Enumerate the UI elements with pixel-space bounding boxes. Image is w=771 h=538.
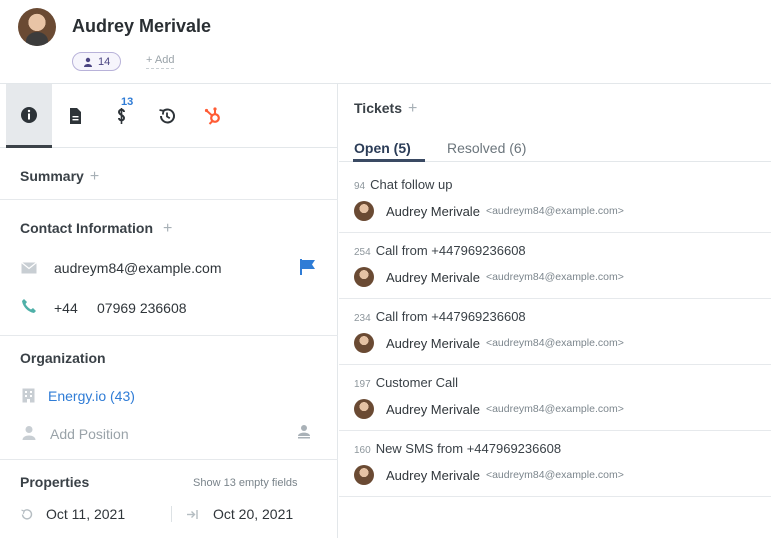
summary-section: Summary + (0, 148, 338, 200)
ticket-subject[interactable]: New SMS from +447969236608 (376, 441, 561, 456)
building-icon (22, 388, 35, 403)
contact-info-section: Contact Information + audreym84@example.c… (0, 200, 338, 336)
contact-header: Audrey Merivale 14 + Add (0, 0, 771, 84)
contact-info-title: Contact Information + (20, 220, 172, 238)
sidebar-icon-tabs: 13 (0, 84, 338, 148)
link-icon (117, 108, 126, 124)
phone-icon[interactable] (21, 298, 37, 314)
created-date: Oct 11, 2021 (46, 506, 126, 522)
requester-name: Audrey Merivale (386, 467, 480, 483)
requester-email: <audreym84@example.com> (485, 271, 624, 283)
ticket-requester: Audrey Merivale <audreym84@example.com> (354, 267, 624, 287)
ticket-subject-line: 234 Call from +447969236608 (354, 309, 526, 324)
organization-link[interactable]: Energy.io (43) (48, 388, 135, 404)
ticket-requester: Audrey Merivale <audreym84@example.com> (354, 399, 624, 419)
tag-count-pill[interactable]: 14 (72, 52, 122, 71)
requester-avatar (354, 333, 374, 353)
ticket-id: 160 (354, 445, 371, 456)
contact-info-title-text: Contact Information (20, 220, 153, 236)
hubspot-icon (204, 107, 220, 125)
ticket-item[interactable]: 234 Call from +447969236608 Audrey Meriva… (339, 299, 771, 365)
requester-name: Audrey Merivale (386, 203, 480, 219)
requester-name: Audrey Merivale (386, 401, 480, 417)
ticket-requester: Audrey Merivale <audreym84@example.com> (354, 333, 624, 353)
tab-open[interactable]: Open (5) (354, 140, 411, 156)
summary-title-text: Summary (20, 168, 84, 184)
ticket-subject[interactable]: Chat follow up (370, 177, 452, 192)
add-position-field[interactable]: Add Position (50, 426, 129, 442)
tab-info[interactable] (6, 84, 52, 148)
tab-resolved[interactable]: Resolved (6) (447, 140, 526, 156)
tab-links[interactable] (98, 84, 144, 148)
ticket-item[interactable]: 197 Customer Call Audrey Merivale <audreym… (339, 365, 771, 431)
summary-add-icon[interactable]: + (90, 168, 99, 185)
assign-person-icon[interactable] (297, 424, 311, 439)
contact-info-add-icon[interactable]: + (163, 220, 172, 237)
tab-history[interactable] (144, 84, 190, 148)
contact-avatar (18, 8, 56, 46)
tickets-panel: Tickets + Open (5) Resolved (6) 94 Chat fo… (339, 84, 771, 538)
person-icon (22, 426, 36, 440)
ticket-id: 197 (354, 379, 371, 390)
ticket-id: 234 (354, 313, 371, 324)
ticket-requester: Audrey Merivale <audreym84@example.com> (354, 201, 624, 221)
ticket-subject-line: 94 Chat follow up (354, 177, 453, 192)
document-icon (70, 108, 81, 124)
show-empty-fields-link[interactable]: Show 13 empty fields (193, 477, 298, 489)
ticket-subject-line: 197 Customer Call (354, 375, 458, 390)
requester-name: Audrey Merivale (386, 269, 480, 285)
tickets-title: Tickets + (354, 100, 417, 118)
ticket-subject-line: 254 Call from +447969236608 (354, 243, 526, 258)
updated-date: Oct 20, 2021 (213, 506, 294, 522)
person-icon (84, 57, 92, 67)
add-tag-link[interactable]: + Add (146, 54, 175, 69)
summary-title[interactable]: Summary + (20, 168, 99, 186)
tab-hubspot[interactable] (190, 84, 236, 148)
organization-section: Organization Energy.io (43) Add Position (0, 336, 338, 460)
info-icon (21, 106, 37, 123)
requester-email: <audreym84@example.com> (485, 469, 624, 481)
requester-avatar (354, 399, 374, 419)
organization-title: Organization (20, 350, 106, 366)
ticket-item[interactable]: 160 New SMS from +447969236608 Audrey Mer… (339, 431, 771, 497)
ticket-id: 254 (354, 247, 371, 258)
requester-avatar (354, 465, 374, 485)
contact-email[interactable]: audreym84@example.com (54, 260, 222, 276)
flag-icon[interactable] (299, 258, 317, 276)
tag-count: 14 (98, 55, 111, 68)
ticket-subject[interactable]: Customer Call (376, 375, 458, 390)
ticket-subject-line: 160 New SMS from +447969236608 (354, 441, 561, 456)
contact-sidebar: 13 Summary + Contact Information + audreym… (0, 84, 338, 538)
updated-date-icon (187, 510, 198, 519)
links-count-badge: 13 (121, 96, 134, 108)
history-icon (159, 108, 175, 124)
created-date-icon (21, 509, 33, 520)
ticket-subject[interactable]: Call from +447969236608 (376, 309, 526, 324)
tab-documents[interactable] (52, 84, 98, 148)
date-divider (171, 506, 172, 522)
requester-avatar (354, 201, 374, 221)
tickets-add-icon[interactable]: + (408, 100, 417, 117)
contact-name: Audrey Merivale (72, 16, 212, 36)
tickets-title-text: Tickets (354, 100, 402, 116)
ticket-requester: Audrey Merivale <audreym84@example.com> (354, 465, 624, 485)
requester-email: <audreym84@example.com> (485, 337, 624, 349)
requester-name: Audrey Merivale (386, 335, 480, 351)
ticket-item[interactable]: 94 Chat follow up Audrey Merivale <audreym… (339, 167, 771, 233)
properties-section: Properties Show 13 empty fields Oct 11, … (0, 460, 338, 538)
ticket-id: 94 (354, 181, 366, 192)
envelope-icon (21, 262, 37, 274)
phone-number[interactable]: 07969 236608 (97, 300, 187, 316)
requester-email: <audreym84@example.com> (485, 403, 624, 415)
requester-avatar (354, 267, 374, 287)
ticket-subject[interactable]: Call from +447969236608 (376, 243, 526, 258)
properties-title: Properties (20, 474, 90, 490)
phone-country-code: +44 (54, 300, 78, 316)
ticket-item[interactable]: 254 Call from +447969236608 Audrey Meriva… (339, 233, 771, 299)
active-tab-indicator (353, 159, 425, 162)
tickets-tabs: Open (5) Resolved (6) (339, 130, 771, 162)
requester-email: <audreym84@example.com> (485, 205, 624, 217)
